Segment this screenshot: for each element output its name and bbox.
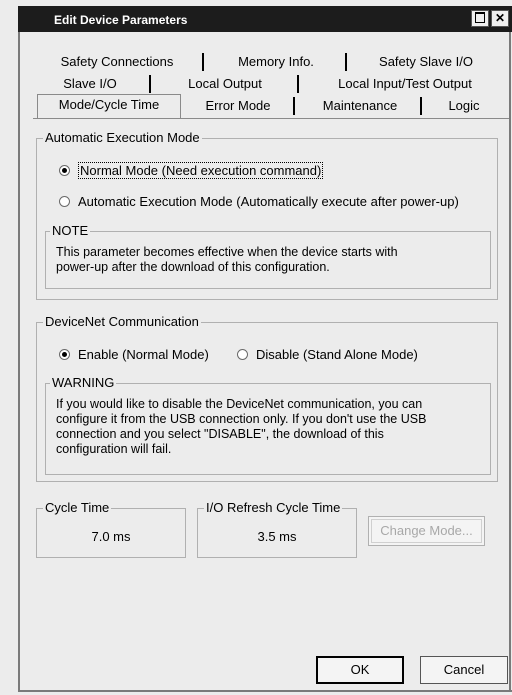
window-frame-left	[18, 32, 20, 692]
cycle-time-label: Cycle Time	[43, 500, 112, 515]
warning-box: WARNING If you would like to disable the…	[45, 375, 491, 475]
radio-unselected-icon	[237, 349, 248, 361]
tab-separator	[202, 53, 204, 71]
ok-button[interactable]: OK	[316, 656, 404, 684]
edit-device-parameters-dialog: Edit Device Parameters ✕ Safety Connecti…	[0, 0, 512, 695]
close-button[interactable]: ✕	[491, 10, 509, 27]
close-icon: ✕	[494, 11, 506, 25]
tab-separator	[293, 97, 295, 115]
tab-separator	[420, 97, 422, 115]
automatic-mode-label: Automatic Execution Mode (Automatically …	[78, 194, 459, 209]
warning-line-4: configuration will fail.	[56, 442, 172, 456]
radio-selected-icon	[59, 349, 70, 361]
title-bar: Edit Device Parameters ✕	[18, 6, 512, 32]
radio-unselected-icon	[59, 196, 70, 208]
tab-memory-info[interactable]: Memory Info.	[224, 52, 328, 72]
warning-line-3: connection and you select "DISABLE", the…	[56, 427, 384, 441]
note-line-1: This parameter becomes effective when th…	[56, 245, 398, 259]
note-title: NOTE	[50, 223, 91, 238]
io-refresh-label: I/O Refresh Cycle Time	[204, 500, 343, 515]
warning-line-2: configure it from the USB connection onl…	[56, 412, 427, 426]
tab-local-output[interactable]: Local Output	[178, 74, 272, 94]
window-frame-right	[509, 32, 511, 692]
devicenet-group: DeviceNet Communication Enable (Normal M…	[36, 314, 498, 482]
radio-selected-icon	[59, 165, 70, 177]
io-refresh-value: 3.5 ms	[257, 529, 297, 544]
maximize-icon	[475, 12, 485, 24]
disable-radio[interactable]: Disable (Stand Alone Mode)	[237, 347, 418, 362]
cycle-time-group: Cycle Time 7.0 ms	[36, 500, 186, 558]
execution-mode-label: Automatic Execution Mode	[43, 130, 202, 145]
warning-line-1: If you would like to disable the DeviceN…	[56, 397, 423, 411]
enable-label: Enable (Normal Mode)	[78, 347, 209, 362]
normal-mode-label: Normal Mode (Need execution command)	[78, 162, 324, 179]
io-refresh-group: I/O Refresh Cycle Time 3.5 ms	[197, 500, 357, 558]
enable-radio[interactable]: Enable (Normal Mode)	[59, 347, 209, 362]
tab-panel-border	[33, 118, 509, 119]
change-mode-button[interactable]: Change Mode...	[368, 516, 485, 546]
normal-mode-radio[interactable]: Normal Mode (Need execution command)	[59, 162, 324, 179]
devicenet-label: DeviceNet Communication	[43, 314, 201, 329]
tab-mode-cycle-time[interactable]: Mode/Cycle Time	[37, 94, 181, 118]
tab-maintenance[interactable]: Maintenance	[312, 96, 408, 116]
tab-separator	[297, 75, 299, 93]
tab-local-input-test-output[interactable]: Local Input/Test Output	[325, 74, 485, 94]
change-mode-label: Change Mode...	[371, 519, 482, 543]
execution-mode-group: Automatic Execution Mode Normal Mode (Ne…	[36, 130, 498, 300]
tab-error-mode[interactable]: Error Mode	[196, 96, 280, 116]
cycle-time-value: 7.0 ms	[91, 529, 131, 544]
tab-logic[interactable]: Logic	[440, 96, 488, 116]
tab-safety-connections[interactable]: Safety Connections	[52, 52, 182, 72]
note-box: NOTE This parameter becomes effective wh…	[45, 223, 491, 289]
tab-separator	[345, 53, 347, 71]
tab-safety-slave-io[interactable]: Safety Slave I/O	[370, 52, 482, 72]
tab-separator	[149, 75, 151, 93]
note-line-2: power-up after the download of this conf…	[56, 260, 330, 274]
maximize-button[interactable]	[471, 10, 489, 27]
disable-label: Disable (Stand Alone Mode)	[256, 347, 418, 362]
window-title: Edit Device Parameters	[54, 13, 188, 27]
window-frame-bottom	[18, 690, 512, 692]
warning-title: WARNING	[50, 375, 117, 390]
tab-slave-io[interactable]: Slave I/O	[52, 74, 128, 94]
cancel-button[interactable]: Cancel	[420, 656, 508, 684]
automatic-mode-radio[interactable]: Automatic Execution Mode (Automatically …	[59, 194, 459, 209]
